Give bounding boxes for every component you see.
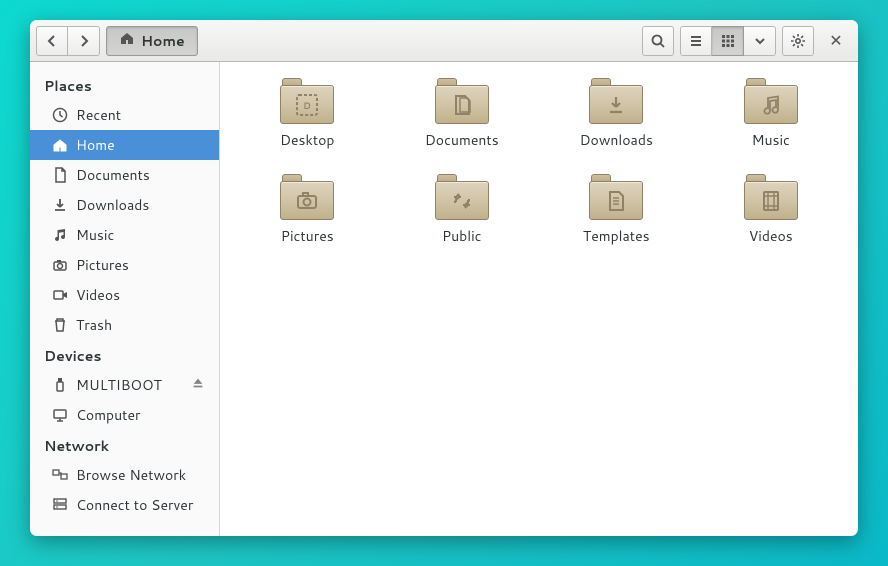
- content-pane: Desktop Documents Downloads Music Pictures Pu…: [220, 62, 858, 536]
- folder-label: Public: [442, 226, 482, 246]
- back-button[interactable]: [36, 26, 68, 56]
- view-grid-button[interactable]: [712, 26, 744, 56]
- sidebar-item-trash[interactable]: Trash: [30, 310, 219, 340]
- sidebar-item-label: Trash: [76, 315, 112, 335]
- path-button-home[interactable]: Home: [106, 26, 198, 56]
- sidebar-heading-devices: Devices: [30, 340, 219, 370]
- sidebar-item-multiboot[interactable]: MULTIBOOT: [30, 370, 219, 400]
- file-manager-window: Home ✕ Places Recent Home Documents Download…: [30, 20, 858, 536]
- sidebar-item-label: Browse Network: [76, 465, 186, 485]
- sidebar-item-connect-server[interactable]: Connect to Server: [30, 490, 219, 520]
- sidebar-item-pictures[interactable]: Pictures: [30, 250, 219, 280]
- sidebar: Places Recent Home Documents Downloads Music P…: [30, 62, 220, 536]
- document-icon: [52, 167, 68, 183]
- sidebar-item-label: Music: [76, 225, 114, 245]
- folder-icon: [744, 174, 798, 220]
- sidebar-item-recent[interactable]: Recent: [30, 100, 219, 130]
- folder-icon: [435, 174, 489, 220]
- folder-desktop[interactable]: Desktop: [240, 78, 375, 150]
- music-icon: [52, 227, 68, 243]
- folder-public[interactable]: Public: [395, 174, 530, 246]
- sidebar-item-music[interactable]: Music: [30, 220, 219, 250]
- forward-button[interactable]: [68, 26, 100, 56]
- download-icon: [52, 197, 68, 213]
- close-button[interactable]: ✕: [820, 26, 852, 56]
- folder-icon: [589, 174, 643, 220]
- network-icon: [52, 467, 68, 483]
- sidebar-item-browse-network[interactable]: Browse Network: [30, 460, 219, 490]
- folder-icon: [435, 78, 489, 124]
- eject-button[interactable]: [191, 375, 205, 395]
- folder-downloads[interactable]: Downloads: [549, 78, 684, 150]
- computer-icon: [52, 407, 68, 423]
- trash-icon: [52, 317, 68, 333]
- sidebar-item-videos[interactable]: Videos: [30, 280, 219, 310]
- folder-icon: [280, 174, 334, 220]
- clock-icon: [52, 107, 68, 123]
- folder-templates[interactable]: Templates: [549, 174, 684, 246]
- usb-icon: [52, 377, 68, 393]
- nav-buttons: [36, 26, 100, 56]
- search-button[interactable]: [642, 26, 674, 56]
- sidebar-item-label: Recent: [76, 105, 121, 125]
- folder-pictures[interactable]: Pictures: [240, 174, 375, 246]
- list-icon: [688, 33, 704, 49]
- sidebar-item-label: Connect to Server: [76, 495, 193, 515]
- grid-icon: [720, 33, 736, 49]
- path-label: Home: [141, 31, 185, 51]
- home-icon: [52, 137, 68, 153]
- folder-label: Templates: [583, 226, 650, 246]
- sidebar-heading-network: Network: [30, 430, 219, 460]
- sidebar-item-home[interactable]: Home: [30, 130, 219, 160]
- folder-label: Pictures: [281, 226, 334, 246]
- sidebar-item-documents[interactable]: Documents: [30, 160, 219, 190]
- folder-label: Music: [752, 130, 790, 150]
- sidebar-item-label: Downloads: [76, 195, 149, 215]
- view-options-button[interactable]: [744, 26, 776, 56]
- folder-videos[interactable]: Videos: [704, 174, 839, 246]
- window-body: Places Recent Home Documents Downloads Music P…: [30, 62, 858, 536]
- server-icon: [52, 497, 68, 513]
- home-icon: [119, 30, 135, 51]
- folder-label: Documents: [425, 130, 499, 150]
- folder-icon: [744, 78, 798, 124]
- chevron-down-icon: [752, 33, 768, 49]
- folder-grid: Desktop Documents Downloads Music Pictures Pu…: [240, 78, 838, 246]
- folder-music[interactable]: Music: [704, 78, 839, 150]
- settings-button[interactable]: [782, 26, 814, 56]
- search-icon: [650, 33, 666, 49]
- folder-icon: [589, 78, 643, 124]
- camera-icon: [52, 257, 68, 273]
- sidebar-item-label: Home: [76, 135, 115, 155]
- view-list-button[interactable]: [680, 26, 712, 56]
- folder-label: Desktop: [280, 130, 334, 150]
- folder-label: Videos: [749, 226, 793, 246]
- sidebar-item-label: Pictures: [76, 255, 129, 275]
- gear-icon: [790, 33, 806, 49]
- folder-documents[interactable]: Documents: [395, 78, 530, 150]
- sidebar-item-label: Computer: [76, 405, 140, 425]
- titlebar: Home ✕: [30, 20, 858, 62]
- view-switcher: [680, 26, 776, 56]
- close-icon: ✕: [829, 29, 842, 52]
- sidebar-item-label: Videos: [76, 285, 120, 305]
- sidebar-heading-places: Places: [30, 70, 219, 100]
- video-icon: [52, 287, 68, 303]
- folder-icon: [280, 78, 334, 124]
- sidebar-item-downloads[interactable]: Downloads: [30, 190, 219, 220]
- sidebar-item-label: MULTIBOOT: [76, 375, 162, 395]
- folder-label: Downloads: [580, 130, 653, 150]
- sidebar-item-label: Documents: [76, 165, 150, 185]
- sidebar-item-computer[interactable]: Computer: [30, 400, 219, 430]
